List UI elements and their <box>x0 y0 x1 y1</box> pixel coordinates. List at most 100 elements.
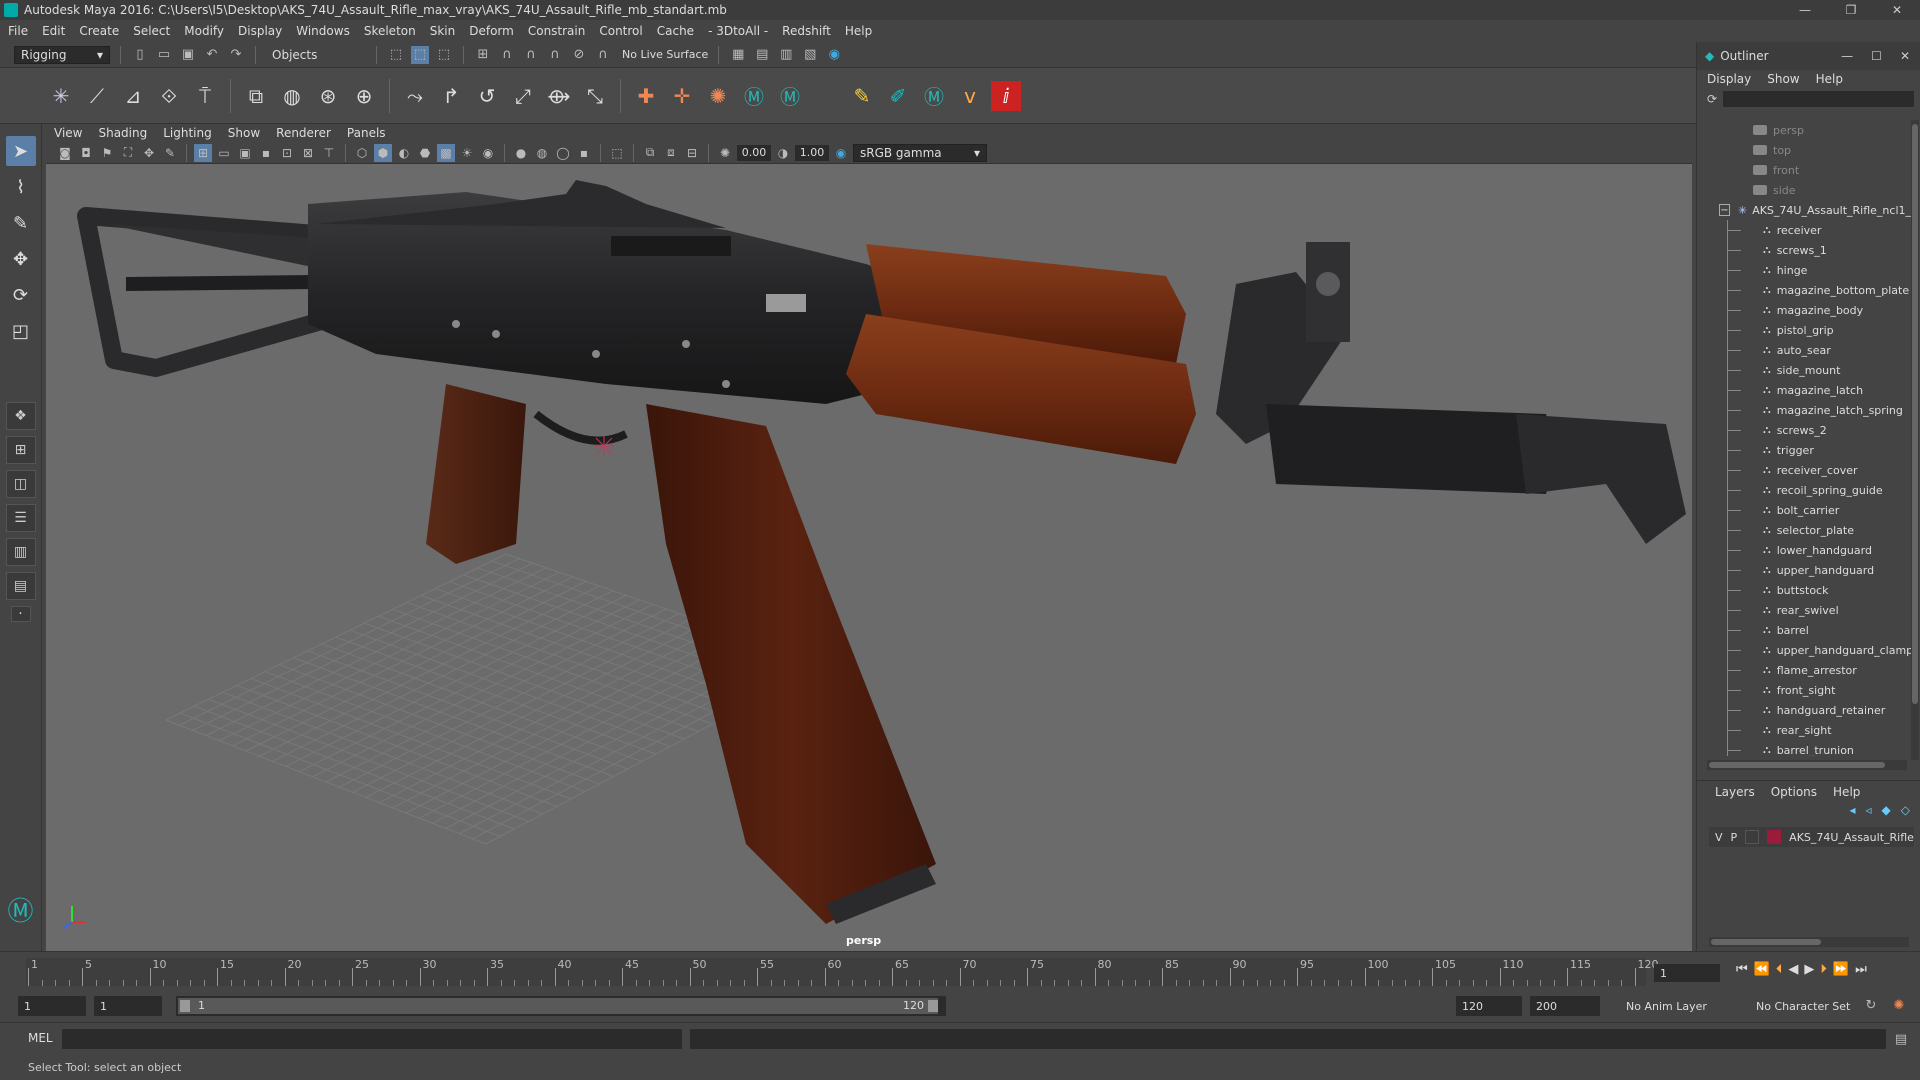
outliner-item-lower_handguard[interactable]: ⛬ lower_handguard <box>1697 540 1911 560</box>
default-material-icon[interactable]: ◐ <box>395 144 413 162</box>
mirror-joint-icon[interactable]: ⍑ <box>190 81 220 111</box>
outliner-item-root[interactable]: − ✳ AKS_74U_Assault_Rifle_ncl1_ <box>1697 200 1911 220</box>
play-backward-icon[interactable]: ◀ <box>1788 962 1798 977</box>
outliner-item-pistol_grip[interactable]: ⛬ pistol_grip <box>1697 320 1911 340</box>
range-end-cap[interactable] <box>928 1000 938 1012</box>
animation-end-field[interactable]: 200 <box>1530 996 1600 1016</box>
layers-horizontal-scrollbar[interactable] <box>1709 937 1909 947</box>
outliner-menu-show[interactable]: Show <box>1767 72 1799 86</box>
redo-icon[interactable]: ↷ <box>227 46 245 64</box>
scale-constraint-icon[interactable]: ⤢ <box>508 81 538 111</box>
preferences-icon[interactable]: ✺ <box>1890 996 1908 1014</box>
go-to-end-icon[interactable]: ⏭ <box>1855 962 1867 977</box>
scrollbar-thumb[interactable] <box>1711 939 1821 945</box>
layers-menu-help[interactable]: Help <box>1833 785 1860 799</box>
move-layer-down-icon[interactable]: ◃ <box>1866 803 1872 821</box>
outliner-maximize-button[interactable]: ☐ <box>1871 49 1882 63</box>
ambient-occlusion-icon[interactable]: ● <box>512 144 530 162</box>
menu-control[interactable]: Control <box>599 24 642 38</box>
anim-layer-dropdown[interactable]: No Anim Layer <box>1620 996 1730 1016</box>
range-handle[interactable]: 1 120 <box>178 998 938 1014</box>
outliner-horizontal-scrollbar[interactable] <box>1707 760 1907 770</box>
xray-components-icon[interactable]: ⊟ <box>683 144 701 162</box>
lattice-icon[interactable]: ◍ <box>277 81 307 111</box>
play-forward-icon[interactable]: ▶ <box>1804 962 1814 977</box>
outliner-item-front_sight[interactable]: ⛬ front_sight <box>1697 680 1911 700</box>
bind-skin-icon[interactable]: ⧉ <box>241 81 271 111</box>
wireframe-icon[interactable]: ⬡ <box>353 144 371 162</box>
layer-type-toggle[interactable] <box>1745 830 1760 844</box>
range-bar[interactable]: 1 120 <box>176 996 946 1016</box>
render-layout-icon[interactable]: ▤ <box>5 572 36 600</box>
ipr-render-icon[interactable]: ▥ <box>777 46 795 64</box>
go-to-start-icon[interactable]: ⏮ <box>1736 962 1748 977</box>
xray-icon[interactable]: ⧉ <box>641 144 659 162</box>
command-input[interactable] <box>62 1029 682 1049</box>
textured-icon[interactable]: ▩ <box>437 143 455 162</box>
gate-mask-icon[interactable]: ▪ <box>257 144 275 162</box>
sculpt-icon[interactable]: ⅴ <box>955 81 985 111</box>
outliner-item-upper_handguard_clamp[interactable]: ⛬ upper_handguard_clamp <box>1697 640 1911 660</box>
outliner-item-persp[interactable]: persp <box>1697 120 1911 140</box>
menu-skeleton[interactable]: Skeleton <box>364 24 416 38</box>
animation-start-field[interactable]: 1 <box>18 996 86 1016</box>
outliner-item-receiver[interactable]: ⛬ receiver <box>1697 220 1911 240</box>
menu-file[interactable]: File <box>8 24 28 38</box>
auto-key-icon[interactable]: ↻ <box>1862 996 1880 1014</box>
move-tool-icon[interactable]: ✥ <box>6 244 36 274</box>
wrap-icon[interactable]: ⊕ <box>349 81 379 111</box>
graph-layout-icon[interactable]: ▥ <box>5 538 36 566</box>
isolate-select-icon[interactable]: ⬚ <box>608 144 626 162</box>
menu-select[interactable]: Select <box>133 24 170 38</box>
render-frame-icon[interactable]: ▤ <box>753 46 771 64</box>
menu-display[interactable]: Display <box>238 24 282 38</box>
outliner-item-front[interactable]: front <box>1697 160 1911 180</box>
menu-redshift[interactable]: Redshift <box>782 24 831 38</box>
set-driven-key-icon[interactable]: ✺ <box>703 81 733 111</box>
outliner-menu-display[interactable]: Display <box>1707 72 1751 86</box>
viewport-menu-renderer[interactable]: Renderer <box>276 126 331 140</box>
select-object-icon[interactable]: ⬚ <box>411 45 429 64</box>
wireframe-on-shaded-icon[interactable]: ⬣ <box>416 144 434 162</box>
two-view-layout-icon[interactable]: ◫ <box>5 470 36 498</box>
step-back-frame-icon[interactable]: ⏴ <box>1776 962 1783 977</box>
new-layer-selected-icon[interactable]: ◇ <box>1901 803 1910 821</box>
scale-tool-icon[interactable]: ◰ <box>6 316 36 346</box>
outliner-item-magazine_bottom_plate[interactable]: ⛬ magazine_bottom_plate <box>1697 280 1911 300</box>
viewport-menu-shading[interactable]: Shading <box>98 126 147 140</box>
outliner-item-receiver_cover[interactable]: ⛬ receiver_cover <box>1697 460 1911 480</box>
outliner-item-rear_sight[interactable]: ⛬ rear_sight <box>1697 720 1911 740</box>
smooth-shade-icon[interactable]: ⬢ <box>374 143 392 162</box>
redshift-icon[interactable]: ⅈ <box>991 80 1021 111</box>
close-button[interactable]: ✕ <box>1874 3 1920 17</box>
outliner-item-magazine_latch_spring[interactable]: ⛬ magazine_latch_spring <box>1697 400 1911 420</box>
outliner-item-hinge[interactable]: ⛬ hinge <box>1697 260 1911 280</box>
select-hierarchy-icon[interactable]: ⬚ <box>387 46 405 64</box>
viewport-menu-show[interactable]: Show <box>228 126 260 140</box>
blank-slot-icon[interactable] <box>811 81 841 111</box>
step-forward-key-icon[interactable]: ⏩ <box>1833 962 1849 977</box>
viewport-persp[interactable]: persp <box>46 164 1692 951</box>
gamma-icon[interactable]: ◑ <box>774 144 792 162</box>
outliner-item-rear_swivel[interactable]: ⛬ rear_swivel <box>1697 600 1911 620</box>
range-start-cap[interactable] <box>180 1000 190 1012</box>
menuset-dropdown[interactable]: Rigging ▾ <box>14 45 110 64</box>
smooth-weights-icon[interactable]: ✐ <box>883 81 913 111</box>
render-settings-icon[interactable]: ▧ <box>801 46 819 64</box>
2d-pan-icon[interactable]: ✥ <box>140 144 158 162</box>
outliner-item-magazine_body[interactable]: ⛬ magazine_body <box>1697 300 1911 320</box>
lasso-tool-icon[interactable]: ⌇ <box>6 172 36 202</box>
outliner-item-recoil_spring_guide[interactable]: ⛬ recoil_spring_guide <box>1697 480 1911 500</box>
outliner-item-barrel[interactable]: ⛬ barrel <box>1697 620 1911 640</box>
layer-playback-toggle[interactable]: P <box>1731 831 1738 844</box>
outliner-layout-icon[interactable]: ☰ <box>5 504 36 532</box>
film-gate-icon[interactable]: ▭ <box>215 144 233 162</box>
viewport-menu-view[interactable]: View <box>54 126 82 140</box>
render-view-icon[interactable]: ▦ <box>729 46 747 64</box>
image-plane-icon[interactable]: ⛶ <box>119 144 137 162</box>
joint-tool-icon[interactable]: ✳ <box>46 81 76 111</box>
menu-cache[interactable]: Cache <box>657 24 694 38</box>
menu-constrain[interactable]: Constrain <box>528 24 586 38</box>
menu-help[interactable]: Help <box>845 24 872 38</box>
menu-modify[interactable]: Modify <box>184 24 224 38</box>
